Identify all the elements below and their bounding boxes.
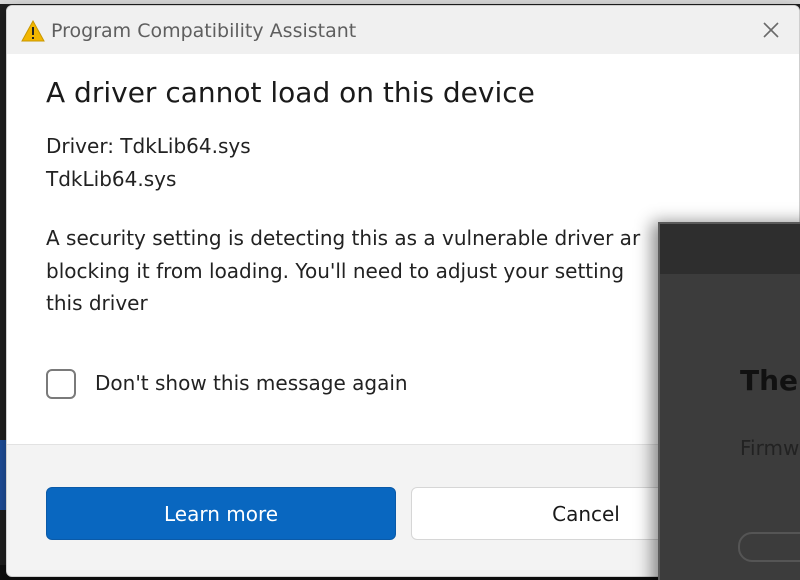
- driver-name-text: Driver: TdkLib64.sys: [46, 134, 251, 158]
- dark-window-subtext: Firmw: [740, 436, 800, 460]
- dark-window-heading: The: [740, 364, 799, 397]
- dont-show-again-checkbox[interactable]: [46, 369, 76, 399]
- screen: Program Compatibility Assistant A driver…: [0, 0, 800, 580]
- message-line: this driver: [46, 291, 148, 315]
- dark-window-toggle[interactable]: [738, 532, 800, 562]
- dark-window-topbar: [660, 224, 800, 274]
- driver-file-text: TdkLib64.sys: [46, 167, 177, 191]
- dialog-heading: A driver cannot load on this device: [46, 76, 535, 109]
- close-icon: [763, 22, 779, 38]
- message-line: A security setting is detecting this as …: [46, 226, 641, 250]
- learn-more-button[interactable]: Learn more: [46, 487, 396, 540]
- dialog-title: Program Compatibility Assistant: [51, 20, 357, 42]
- warning-icon: [21, 19, 45, 42]
- background-dark-window: The Firmw: [658, 222, 800, 580]
- dialog-titlebar: Program Compatibility Assistant: [7, 6, 799, 54]
- background-top-strip: [0, 0, 800, 4]
- dont-show-again-label[interactable]: Don't show this message again: [95, 371, 408, 395]
- message-line: blocking it from loading. You'll need to…: [46, 259, 625, 283]
- close-button[interactable]: [757, 16, 785, 44]
